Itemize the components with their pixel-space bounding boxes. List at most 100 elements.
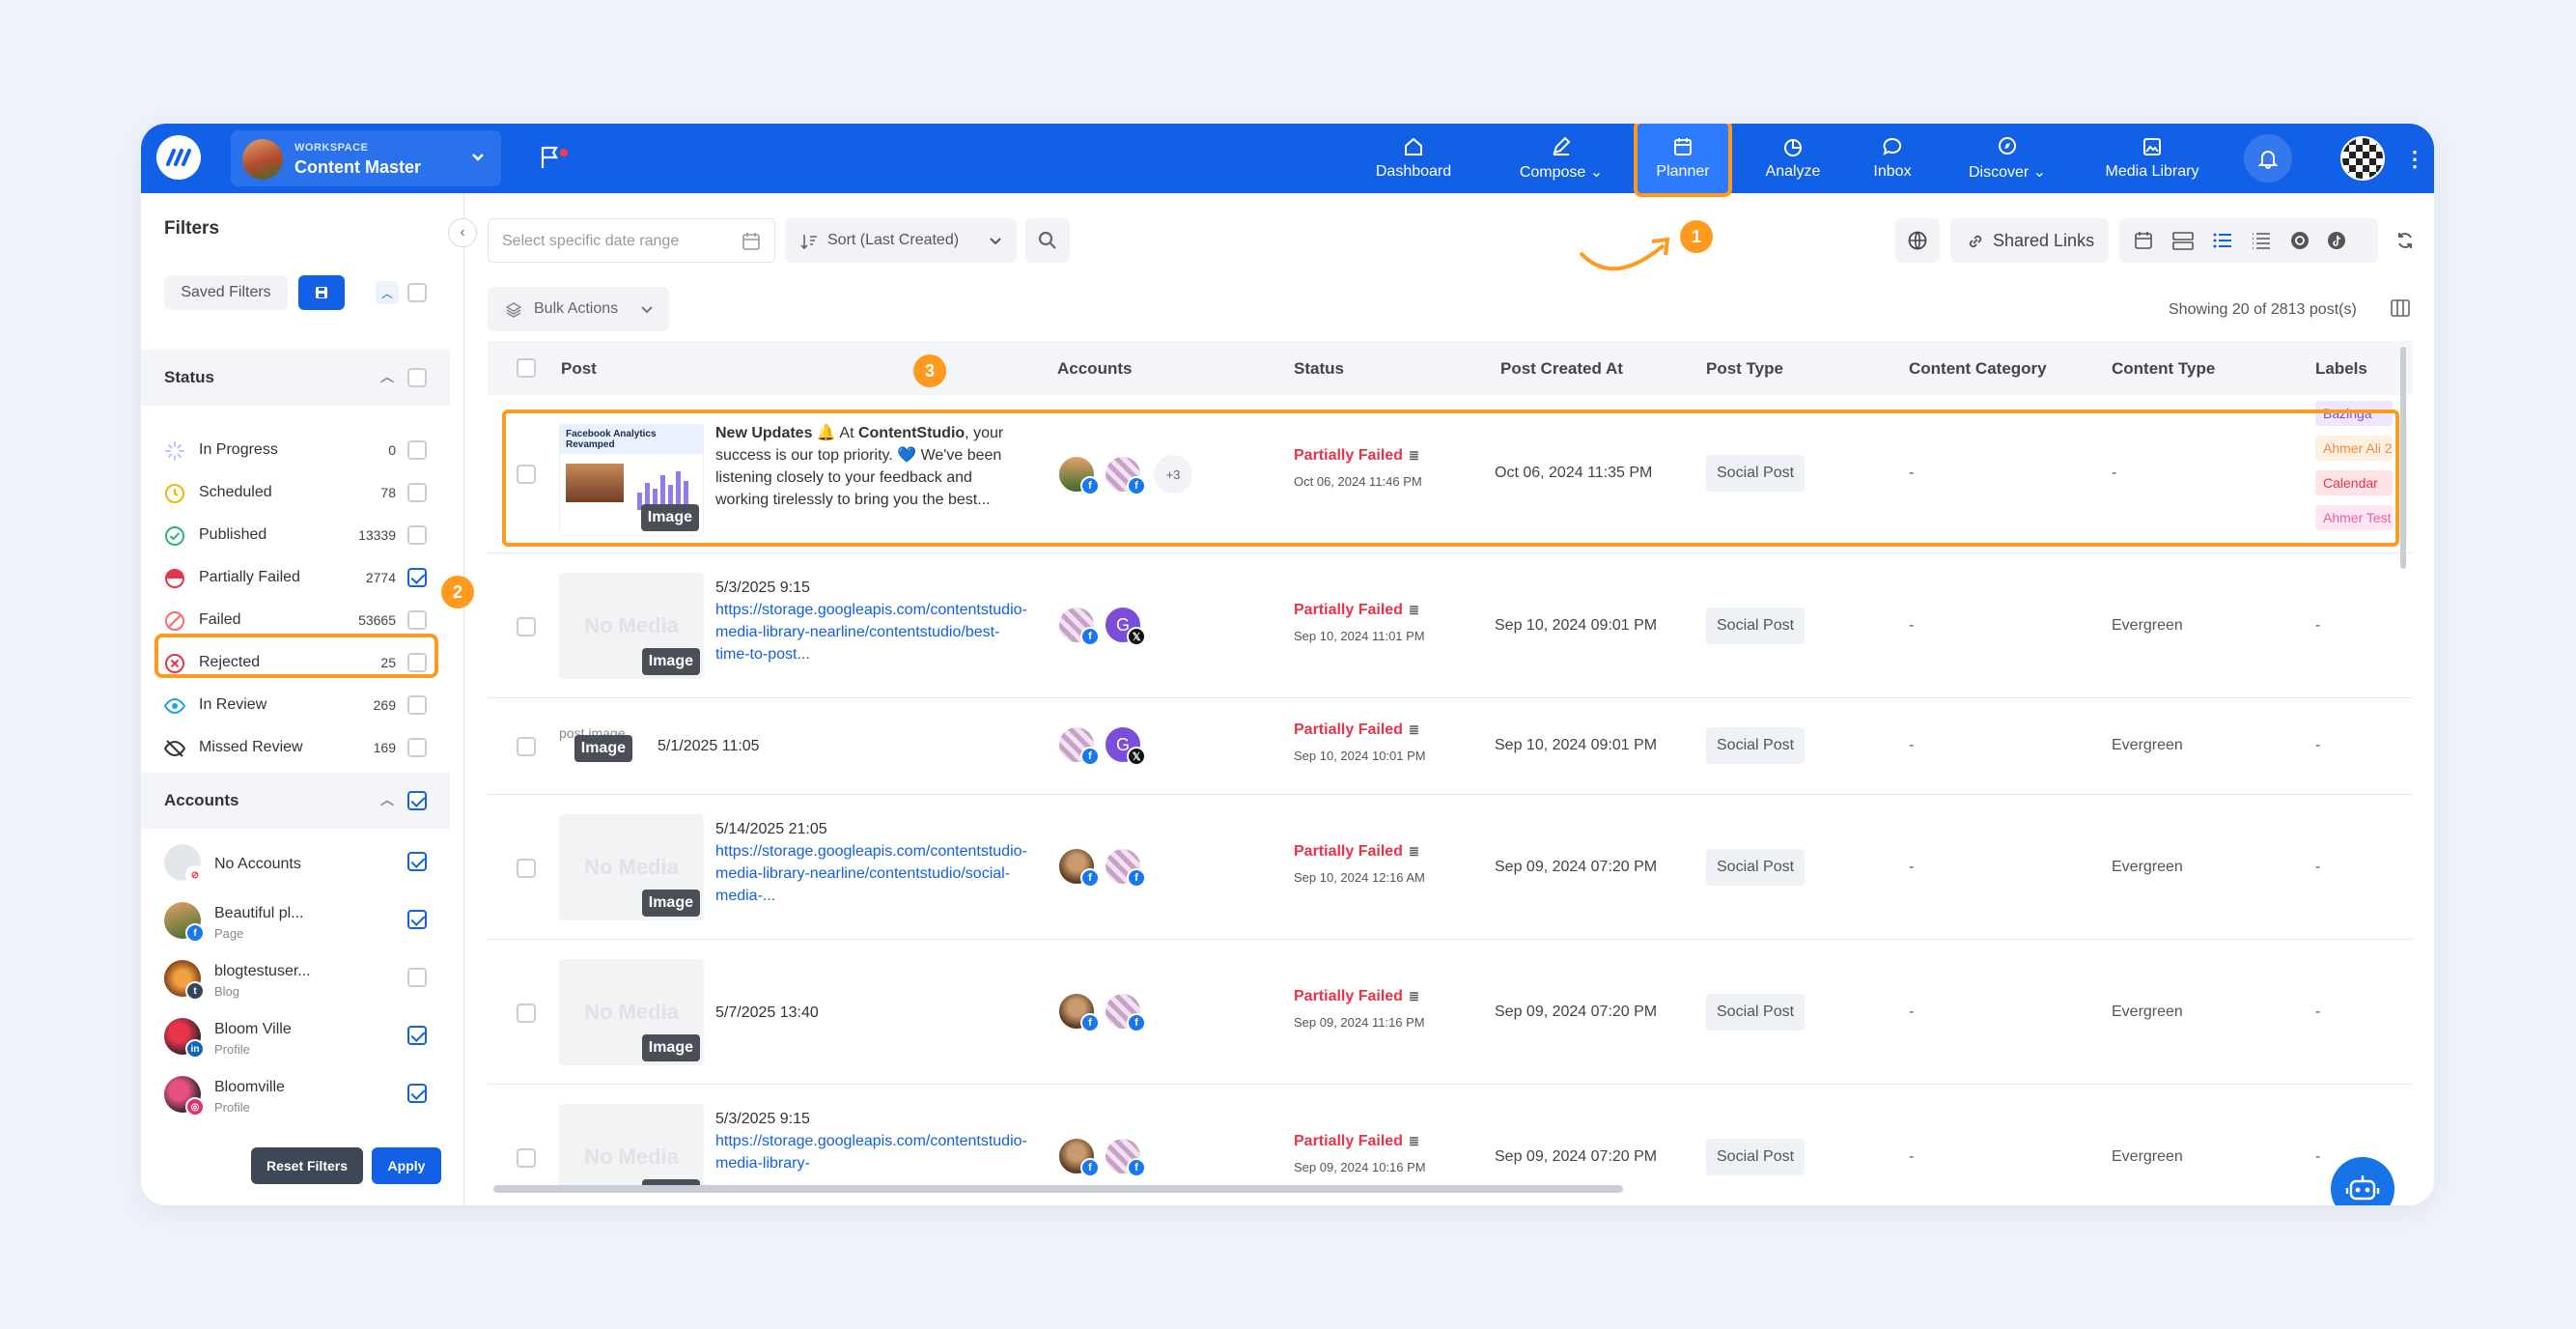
accounts-section-header[interactable]: Accounts ︿ (141, 773, 450, 829)
post-thumbnail[interactable]: No Media Image (559, 814, 704, 920)
list-view-icon[interactable] (2212, 230, 2233, 251)
select-all-posts-checkbox[interactable] (517, 358, 536, 378)
columns-icon[interactable] (2390, 297, 2411, 319)
post-accounts[interactable]: f G 𝕏 (1057, 723, 1250, 768)
status-checkbox[interactable] (407, 525, 427, 545)
status-checkbox[interactable] (407, 695, 427, 715)
save-filter-button[interactable] (298, 275, 345, 310)
status-checkbox[interactable] (407, 738, 427, 757)
row-checkbox[interactable] (517, 859, 536, 878)
view-details-icon[interactable]: ≣ (1409, 722, 1419, 738)
post-text[interactable]: 5/3/2025 9:15 https://storage.googleapis… (715, 577, 1027, 665)
post-thumbnail[interactable]: No Media Image (559, 959, 704, 1065)
calendar-view-icon[interactable] (2133, 230, 2154, 251)
status-filter-partially-failed[interactable]: Partially Failed 2774 (141, 556, 450, 599)
status-filter-in-progress[interactable]: In Progress 0 (141, 429, 450, 471)
apply-button[interactable]: Apply (372, 1147, 441, 1184)
nav-compose[interactable]: Compose ⌄ (1508, 124, 1614, 193)
status-checkbox[interactable] (407, 483, 427, 502)
account-filter-item[interactable]: ◎ Bloomville Profile (141, 1066, 450, 1124)
post-accounts[interactable]: f f (1057, 1135, 1250, 1179)
collapse-all-button[interactable]: ︿ (376, 281, 399, 304)
horizontal-scrollbar[interactable] (493, 1185, 1623, 1193)
user-avatar[interactable] (2340, 136, 2385, 181)
view-details-icon[interactable]: ≣ (1409, 1134, 1419, 1149)
collapse-sidebar-button[interactable]: ‹ (448, 218, 477, 247)
account-checkbox[interactable] (407, 1084, 427, 1103)
status-filter-missed-review[interactable]: Missed Review 169 (141, 726, 450, 769)
account-filter-item[interactable]: t blogtestuser... Blog (141, 950, 450, 1008)
status-filter-scheduled[interactable]: Scheduled 78 (141, 471, 450, 514)
instagram-grid-icon[interactable] (2289, 230, 2310, 251)
view-details-icon[interactable]: ≣ (1409, 603, 1419, 618)
flag-icon[interactable] (540, 145, 561, 170)
status-checkbox[interactable] (407, 610, 427, 630)
post-link[interactable]: https://storage.googleapis.com/contentst… (715, 1133, 1027, 1172)
accounts-select-all-checkbox[interactable] (407, 791, 427, 810)
nav-analyze-label: Analyze (1765, 163, 1821, 180)
status-checkbox[interactable] (407, 568, 427, 587)
nav-dashboard[interactable]: Dashboard (1373, 124, 1454, 193)
row-checkbox[interactable] (517, 737, 536, 756)
post-thumbnail[interactable]: No Media Image (559, 1104, 704, 1191)
refresh-button[interactable] (2388, 218, 2422, 263)
row-checkbox[interactable] (517, 1004, 536, 1023)
nav-analyze[interactable]: Analyze (1759, 124, 1827, 193)
account-checkbox[interactable] (407, 1026, 427, 1045)
sort-dropdown[interactable]: Sort (Last Created) (785, 218, 1017, 263)
table-row[interactable]: No Media Image 5/14/2025 21:05 https://s… (488, 795, 2413, 940)
table-row[interactable]: No Media Image 5/7/2025 13:40 f f Partia… (488, 940, 2413, 1085)
search-button[interactable] (1025, 218, 1070, 263)
table-row[interactable]: No Media Image 5/3/2025 9:15 https://sto… (488, 553, 2413, 698)
status-filter-in-review[interactable]: In Review 269 (141, 684, 450, 726)
post-link[interactable]: https://storage.googleapis.com/contentst… (715, 843, 1027, 904)
status-select-all-checkbox[interactable] (407, 368, 427, 387)
no-media-label: No Media (584, 855, 679, 879)
post-link[interactable]: https://storage.googleapis.com/contentst… (715, 602, 1027, 663)
view-details-icon[interactable]: ≣ (1409, 989, 1419, 1004)
row-checkbox[interactable] (517, 1148, 536, 1168)
table-row[interactable]: post image Image 5/1/2025 11:05 f G 𝕏 Pa… (488, 698, 2413, 795)
select-all-checkbox[interactable] (407, 283, 427, 302)
status-filter-published[interactable]: Published 13339 (141, 514, 450, 556)
post-date[interactable]: 5/7/2025 13:40 (715, 1002, 1015, 1024)
vertical-scrollbar[interactable] (2400, 347, 2406, 569)
status-count: 2774 (365, 570, 396, 585)
tiktok-grid-icon[interactable] (2326, 230, 2347, 251)
feed-view-icon[interactable] (2171, 230, 2195, 251)
nav-discover[interactable]: Discover ⌄ (1964, 124, 2051, 193)
nav-planner[interactable]: Planner (1634, 124, 1732, 197)
table-row[interactable]: No Media Image 5/3/2025 9:15 https://sto… (488, 1085, 2413, 1191)
post-date[interactable]: 5/1/2025 11:05 (658, 735, 957, 757)
account-filter-item[interactable]: in Bloom Ville Profile (141, 1008, 450, 1066)
account-filter-item[interactable]: f Beautiful pl... Page (141, 892, 450, 950)
post-accounts[interactable]: f G 𝕏 (1057, 604, 1250, 648)
account-checkbox[interactable] (407, 968, 427, 987)
notifications-button[interactable] (2244, 134, 2292, 183)
post-accounts[interactable]: f f (1057, 990, 1250, 1034)
saved-filters-button[interactable]: Saved Filters (164, 275, 288, 310)
date-range-input[interactable]: Select specific date range (488, 218, 775, 263)
shared-links-button[interactable]: Shared Links (1950, 218, 2109, 263)
more-vertical-icon[interactable]: ⋮ (2404, 147, 2425, 172)
status-checkbox[interactable] (407, 440, 427, 460)
timezone-button[interactable] (1895, 218, 1940, 263)
account-filter-item[interactable]: ⊘ No Accounts (141, 834, 450, 892)
reset-filters-button[interactable]: Reset Filters (251, 1147, 363, 1184)
post-accounts[interactable]: f f (1057, 845, 1250, 890)
nav-media-library[interactable]: Media Library (2099, 124, 2205, 193)
status-section-header[interactable]: Status ︿ (141, 350, 450, 406)
app-logo-icon[interactable] (156, 135, 201, 180)
bulk-actions-dropdown[interactable]: Bulk Actions (488, 287, 669, 331)
nav-inbox[interactable]: Inbox (1865, 124, 1919, 193)
account-checkbox[interactable] (407, 910, 427, 929)
view-details-icon[interactable]: ≣ (1409, 844, 1419, 860)
post-text[interactable]: 5/14/2025 21:05 https://storage.googleap… (715, 818, 1027, 907)
post-text[interactable]: 5/3/2025 9:15 https://storage.googleapis… (715, 1108, 1027, 1174)
compact-list-view-icon[interactable] (2251, 230, 2272, 251)
workspace-switcher[interactable]: WORKSPACE Content Master (231, 130, 501, 186)
post-thumbnail[interactable]: No Media Image (559, 573, 704, 679)
account-checkbox[interactable] (407, 852, 427, 871)
broken-image[interactable]: post image Image (559, 725, 632, 764)
row-checkbox[interactable] (517, 617, 536, 636)
